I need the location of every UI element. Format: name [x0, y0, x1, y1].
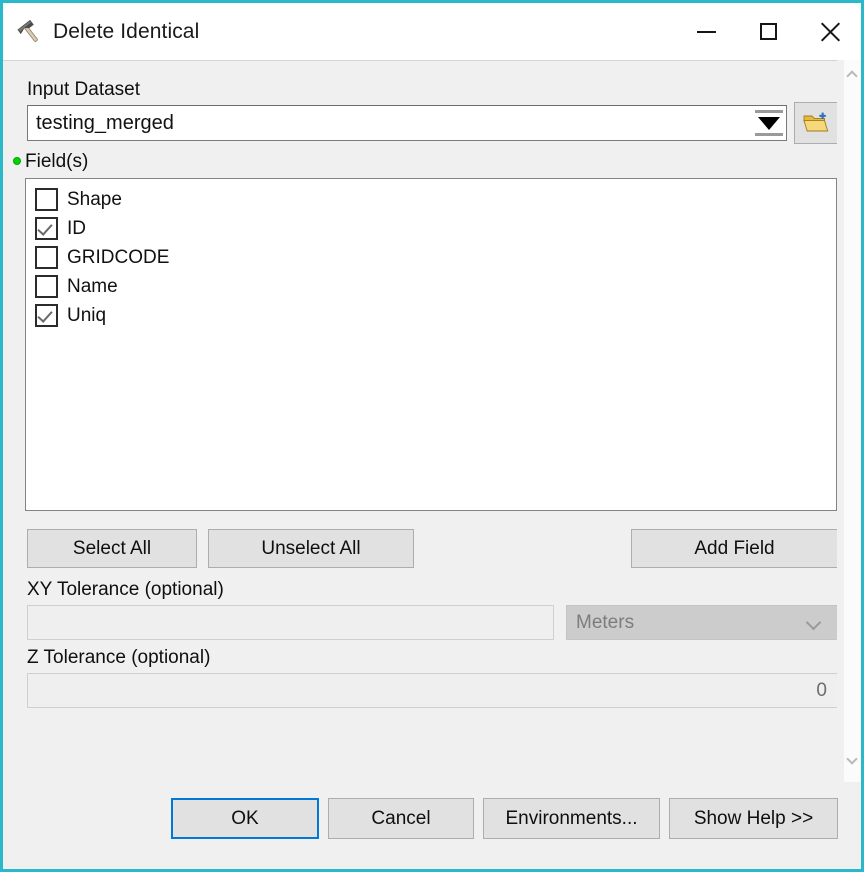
hammer-icon: [13, 15, 47, 49]
xy-tolerance-input[interactable]: [27, 605, 554, 640]
field-label: Shape: [67, 188, 122, 210]
list-item[interactable]: GRIDCODE: [26, 243, 836, 272]
list-item[interactable]: Shape: [26, 185, 836, 214]
field-checkbox[interactable]: [35, 275, 58, 298]
list-item[interactable]: Uniq: [26, 301, 836, 330]
fields-listbox[interactable]: Shape ID GRIDCODE Name Uniq: [25, 178, 837, 511]
environments-button[interactable]: Environments...: [483, 798, 660, 839]
field-label: ID: [67, 217, 86, 239]
field-label: GRIDCODE: [67, 246, 170, 268]
input-dataset-dropdown-button[interactable]: [752, 106, 786, 140]
field-checkbox[interactable]: [35, 304, 58, 327]
show-help-button[interactable]: Show Help >>: [669, 798, 838, 839]
vertical-scrollbar[interactable]: [837, 60, 861, 782]
minimize-icon: [696, 30, 716, 33]
add-field-button[interactable]: Add Field: [631, 529, 837, 568]
field-checkbox[interactable]: [35, 246, 58, 269]
chevron-down-icon: [758, 116, 780, 130]
list-item[interactable]: ID: [26, 214, 836, 243]
cancel-button[interactable]: Cancel: [328, 798, 474, 839]
field-label: Name: [67, 275, 118, 297]
maximize-button[interactable]: [737, 3, 799, 60]
z-tolerance-label: Z Tolerance (optional): [27, 647, 211, 668]
input-dataset-combobox[interactable]: testing_merged: [27, 105, 787, 141]
scroll-down-button[interactable]: [844, 751, 861, 768]
window-controls: [675, 3, 861, 60]
open-folder-icon: [803, 112, 829, 132]
chevron-up-icon: [848, 70, 857, 79]
xy-tolerance-unit-select[interactable]: Meters: [566, 605, 837, 640]
list-item[interactable]: Name: [26, 272, 836, 301]
close-icon: [819, 21, 841, 43]
input-dataset-label: Input Dataset: [27, 79, 141, 100]
chevron-down-icon: [808, 616, 821, 629]
dialog-window: Delete Identical Input Dataset testing_m…: [0, 0, 864, 872]
ok-button[interactable]: OK: [171, 798, 319, 839]
scroll-up-button[interactable]: [844, 66, 861, 83]
xy-tolerance-unit-value: Meters: [576, 611, 635, 633]
fields-required-indicator: [13, 157, 21, 165]
input-dataset-value: testing_merged: [36, 111, 174, 134]
close-button[interactable]: [799, 3, 861, 60]
scrollbar-track[interactable]: [844, 60, 861, 782]
dialog-body: Input Dataset testing_merged Field(s) Sh…: [3, 60, 861, 782]
browse-dataset-button[interactable]: [794, 102, 837, 144]
dialog-footer: OK Cancel Environments... Show Help >>: [3, 782, 861, 869]
unselect-all-button[interactable]: Unselect All: [208, 529, 414, 568]
window-title: Delete Identical: [53, 19, 200, 43]
z-tolerance-input[interactable]: 0: [27, 673, 837, 708]
select-all-button[interactable]: Select All: [27, 529, 197, 568]
chevron-down-icon: [848, 755, 857, 764]
field-label: Uniq: [67, 304, 107, 326]
form-content: Input Dataset testing_merged Field(s) Sh…: [3, 60, 837, 782]
minimize-button[interactable]: [675, 3, 737, 60]
field-checkbox[interactable]: [35, 188, 58, 211]
field-checkbox[interactable]: [35, 217, 58, 240]
fields-label: Field(s): [25, 151, 89, 172]
title-bar: Delete Identical: [3, 3, 861, 60]
maximize-icon: [759, 23, 777, 40]
xy-tolerance-label: XY Tolerance (optional): [27, 579, 224, 600]
